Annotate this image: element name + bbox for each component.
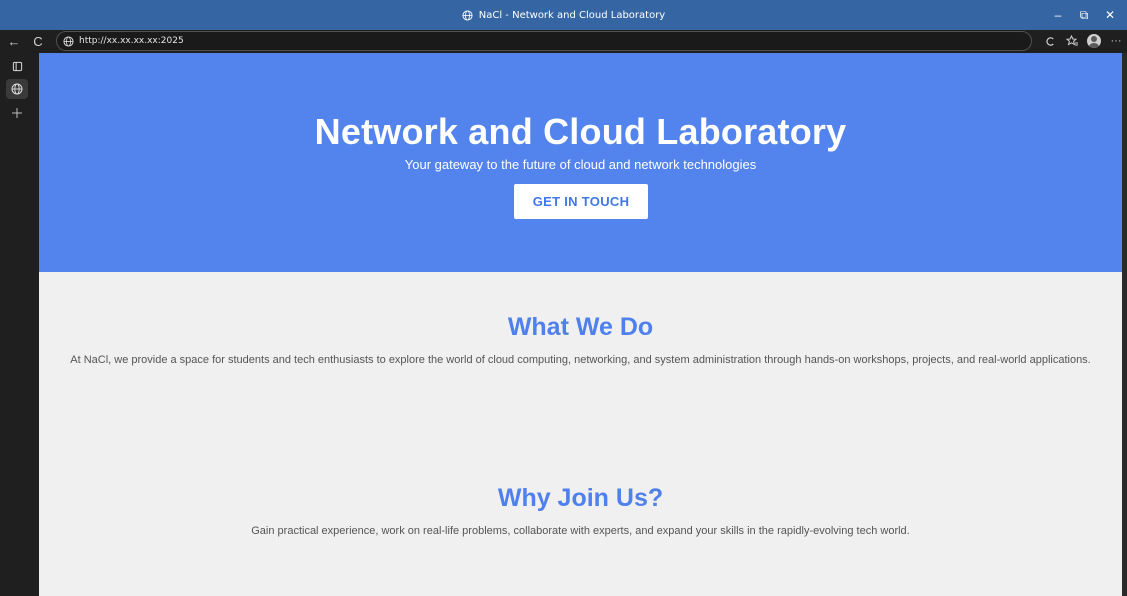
globe-icon[interactable] — [11, 83, 23, 95]
browser-toolbar: ← C http://xx.xx.xx.xx:2025 ··· — [0, 30, 1127, 52]
window-title: NaCl - Network and Cloud Laboratory — [478, 9, 666, 21]
address-bar[interactable]: http://xx.xx.xx.xx:2025 — [56, 31, 1032, 51]
back-button[interactable]: ← — [4, 31, 24, 51]
hero-subtitle: Your gateway to the future of cloud and … — [404, 157, 757, 172]
globe-icon — [462, 9, 473, 21]
page-viewport: Network and Cloud Laboratory Your gatewa… — [39, 53, 1122, 596]
profile-button[interactable] — [1083, 31, 1105, 51]
what-we-do-section: What We Do At NaCl, we provide a space f… — [39, 313, 1122, 367]
what-we-do-heading: What We Do — [507, 313, 654, 341]
url-text[interactable]: http://xx.xx.xx.xx:2025 — [79, 36, 184, 46]
window-title-bar: NaCl - Network and Cloud Laboratory – ⧉ … — [0, 0, 1127, 30]
minimize-button[interactable]: – — [1045, 4, 1071, 26]
page-scrollbar[interactable] — [1122, 53, 1127, 596]
more-icon[interactable]: ··· — [1105, 31, 1127, 51]
why-join-us-heading: Why Join Us? — [497, 484, 664, 512]
close-button[interactable]: ✕ — [1097, 4, 1123, 26]
what-we-do-text: At NaCl, we provide a space for students… — [70, 354, 1091, 366]
favorites-icon[interactable] — [1061, 31, 1083, 51]
new-tab-button[interactable] — [6, 103, 28, 123]
window-controls: – ⧉ ✕ — [1045, 0, 1123, 30]
tab-nacl[interactable] — [6, 79, 28, 99]
get-in-touch-button[interactable]: GET IN TOUCH — [514, 184, 648, 219]
why-join-us-text: Gain practical experience, work on real-… — [251, 525, 910, 537]
profile-avatar-icon[interactable] — [1087, 34, 1101, 48]
hero-title: Network and Cloud Laboratory — [314, 111, 847, 152]
why-join-us-section: Why Join Us? Gain practical experience, … — [39, 484, 1122, 538]
plus-icon[interactable] — [11, 107, 23, 119]
reload-button[interactable]: C — [28, 31, 48, 51]
tab-actions-icon[interactable] — [6, 56, 28, 76]
globe-icon[interactable] — [63, 35, 74, 47]
vertical-tabs-sidebar — [0, 52, 38, 596]
toolbar-right-actions: ··· — [1039, 30, 1127, 52]
restore-button[interactable]: ⧉ — [1071, 4, 1097, 26]
read-aloud-icon[interactable] — [1039, 31, 1061, 51]
hero-banner: Network and Cloud Laboratory Your gatewa… — [39, 53, 1122, 272]
window-title-area: NaCl - Network and Cloud Laboratory — [0, 0, 1127, 30]
